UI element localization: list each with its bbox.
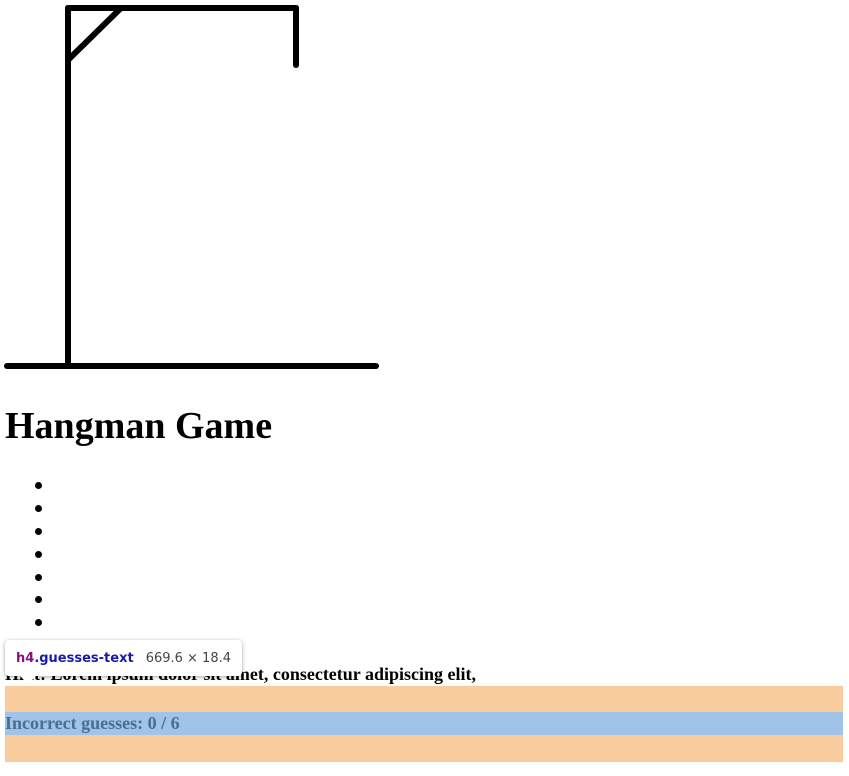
tooltip-arrow [20, 676, 36, 684]
tooltip-dimensions: 669.6 × 18.4 [145, 650, 232, 666]
tooltip-tag-name: h4 [16, 650, 35, 666]
gallows-brace [65, 5, 124, 63]
letter-slot [0, 520, 42, 543]
incorrect-guesses-text: Incorrect guesses: 0 / 6 [5, 713, 180, 733]
letter-slot [0, 588, 42, 611]
letter-slot [0, 566, 42, 589]
game-title: Hangman Game [5, 405, 273, 447]
letter-slot [0, 543, 42, 566]
guesses-highlight-content: Incorrect guesses: 0 / 6 [5, 712, 843, 735]
letter-slot [0, 611, 42, 634]
devtools-inspect-tooltip: h4 .guesses-text 669.6 × 18.4 [5, 640, 243, 676]
letter-slot [0, 474, 42, 497]
tooltip-class-name: .guesses-text [34, 650, 134, 666]
word-display [0, 474, 42, 634]
letter-slot [0, 497, 42, 520]
guesses-highlight-margin: Incorrect guesses: 0 / 6 [5, 686, 843, 762]
hangman-gallows-drawing [4, 5, 379, 369]
